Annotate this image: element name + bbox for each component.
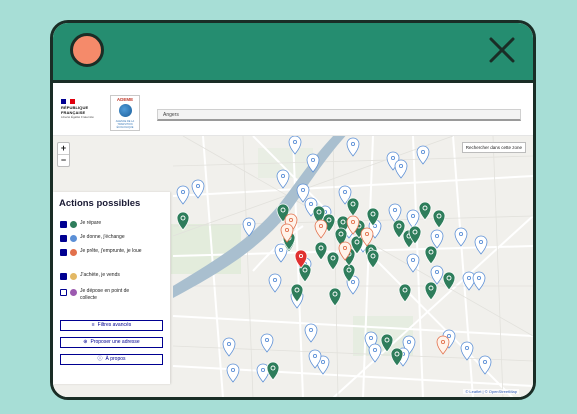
map-attribution[interactable]: © Leaflet | © OpenStreetMap <box>463 389 519 394</box>
give-pin-icon[interactable] <box>388 203 402 223</box>
action-label: J'achète, je vends <box>80 272 120 278</box>
app-content: RÉPUBLIQUE FRANÇAISE Liberté Égalité Fra… <box>53 83 533 397</box>
give-pin-icon[interactable] <box>268 273 282 293</box>
french-flag-icon <box>61 99 76 104</box>
give-pin-icon[interactable] <box>304 323 318 343</box>
window-dot-icon[interactable] <box>70 33 104 67</box>
propose-address-button[interactable]: ⊕ Proposer une adresse <box>60 337 163 348</box>
checkbox[interactable] <box>60 221 67 228</box>
give-pin-icon[interactable] <box>416 145 430 165</box>
repair-pin-icon[interactable] <box>418 201 432 221</box>
action-item-give[interactable]: Je donne, j'échange <box>60 234 144 242</box>
info-icon: ⓘ <box>97 356 103 362</box>
rf-motto: Liberté Égalité Fraternité <box>61 115 94 119</box>
window-titlebar <box>53 23 533 83</box>
filter-icon: ≡ <box>91 322 95 328</box>
address-search-input[interactable] <box>157 109 521 121</box>
give-icon <box>70 235 77 242</box>
ademe-wordmark: ADEME <box>116 97 134 102</box>
advanced-filters-button[interactable]: ≡ Filtres avancés <box>60 320 163 331</box>
action-item-drop-off[interactable]: Je dépose en point de collecte <box>60 288 144 302</box>
action-label: Je dépose en point de collecte <box>80 288 130 301</box>
lend-icon <box>70 249 77 256</box>
checkbox[interactable] <box>60 273 67 280</box>
browser-window: RÉPUBLIQUE FRANÇAISE Liberté Égalité Fra… <box>50 20 536 400</box>
lend-pin-icon[interactable] <box>436 335 450 355</box>
repair-pin-icon[interactable] <box>346 197 360 217</box>
repair-pin-icon[interactable] <box>398 283 412 303</box>
action-item-repair[interactable]: Je répare <box>60 220 144 228</box>
ademe-logo: ADEME AGENCE DE LA TRANSITION ÉCOLOGIQUE <box>110 95 140 131</box>
button-label: Filtres avancés <box>97 322 132 328</box>
give-pin-icon[interactable] <box>454 227 468 247</box>
give-pin-icon[interactable] <box>276 169 290 189</box>
zoom-out-button[interactable]: − <box>58 155 69 166</box>
give-pin-icon[interactable] <box>176 185 190 205</box>
give-pin-icon[interactable] <box>260 333 274 353</box>
repair-pin-icon[interactable] <box>326 251 340 271</box>
repair-pin-icon[interactable] <box>424 281 438 301</box>
checkbox[interactable] <box>60 289 67 296</box>
action-item-buy[interactable]: J'achète, je vends <box>60 272 144 280</box>
panel-title: Actions possibles <box>59 198 141 209</box>
search-this-area-button[interactable]: Rechercher dans cette zone <box>461 142 526 153</box>
action-label: Je prête, j'emprunte, je loue <box>80 248 142 254</box>
lend-pin-icon[interactable] <box>314 219 328 239</box>
give-pin-icon[interactable] <box>430 229 444 249</box>
give-pin-icon[interactable] <box>474 235 488 255</box>
give-pin-icon[interactable] <box>478 355 492 375</box>
map-area[interactable]: + − Rechercher dans cette zone Actions p… <box>53 136 533 397</box>
app-header: RÉPUBLIQUE FRANÇAISE Liberté Égalité Fra… <box>53 83 533 136</box>
about-button[interactable]: ⓘ À propos <box>60 354 163 365</box>
filters-panel: Actions possibles Je répare Je donne, j'… <box>53 192 170 384</box>
action-label: Je donne, j'échange <box>80 234 125 240</box>
button-label: Proposer une adresse <box>90 339 140 345</box>
repair-icon <box>70 221 77 228</box>
action-label: Je répare <box>80 220 102 226</box>
republique-francaise-logo: RÉPUBLIQUE FRANÇAISE Liberté Égalité Fra… <box>61 99 99 120</box>
give-pin-icon[interactable] <box>472 271 486 291</box>
give-pin-icon[interactable] <box>346 137 360 157</box>
zoom-in-button[interactable]: + <box>58 143 69 155</box>
checkbox[interactable] <box>60 235 67 242</box>
give-pin-icon[interactable] <box>394 159 408 179</box>
ademe-globe-icon <box>119 104 132 117</box>
action-item-lend[interactable]: Je prête, j'emprunte, je loue <box>60 248 144 256</box>
give-pin-icon[interactable] <box>222 337 236 357</box>
add-icon: ⊕ <box>83 339 88 345</box>
ademe-tagline: AGENCE DE LA TRANSITION ÉCOLOGIQUE <box>115 120 135 129</box>
drop-off-icon <box>70 289 77 296</box>
repair-pin-icon[interactable] <box>266 361 280 381</box>
buy-icon <box>70 273 77 280</box>
repair-pin-icon[interactable] <box>424 245 438 265</box>
give-pin-icon[interactable] <box>226 363 240 383</box>
repair-pin-icon[interactable] <box>432 209 446 229</box>
give-pin-icon[interactable] <box>460 341 474 361</box>
zoom-control: + − <box>57 142 70 167</box>
give-pin-icon[interactable] <box>430 265 444 285</box>
give-pin-icon[interactable] <box>368 343 382 363</box>
checkbox[interactable] <box>60 249 67 256</box>
close-x-icon[interactable] <box>487 35 517 65</box>
button-label: À propos <box>105 356 126 362</box>
repair-pin-icon[interactable] <box>314 241 328 261</box>
repair-pin-icon[interactable] <box>328 287 342 307</box>
